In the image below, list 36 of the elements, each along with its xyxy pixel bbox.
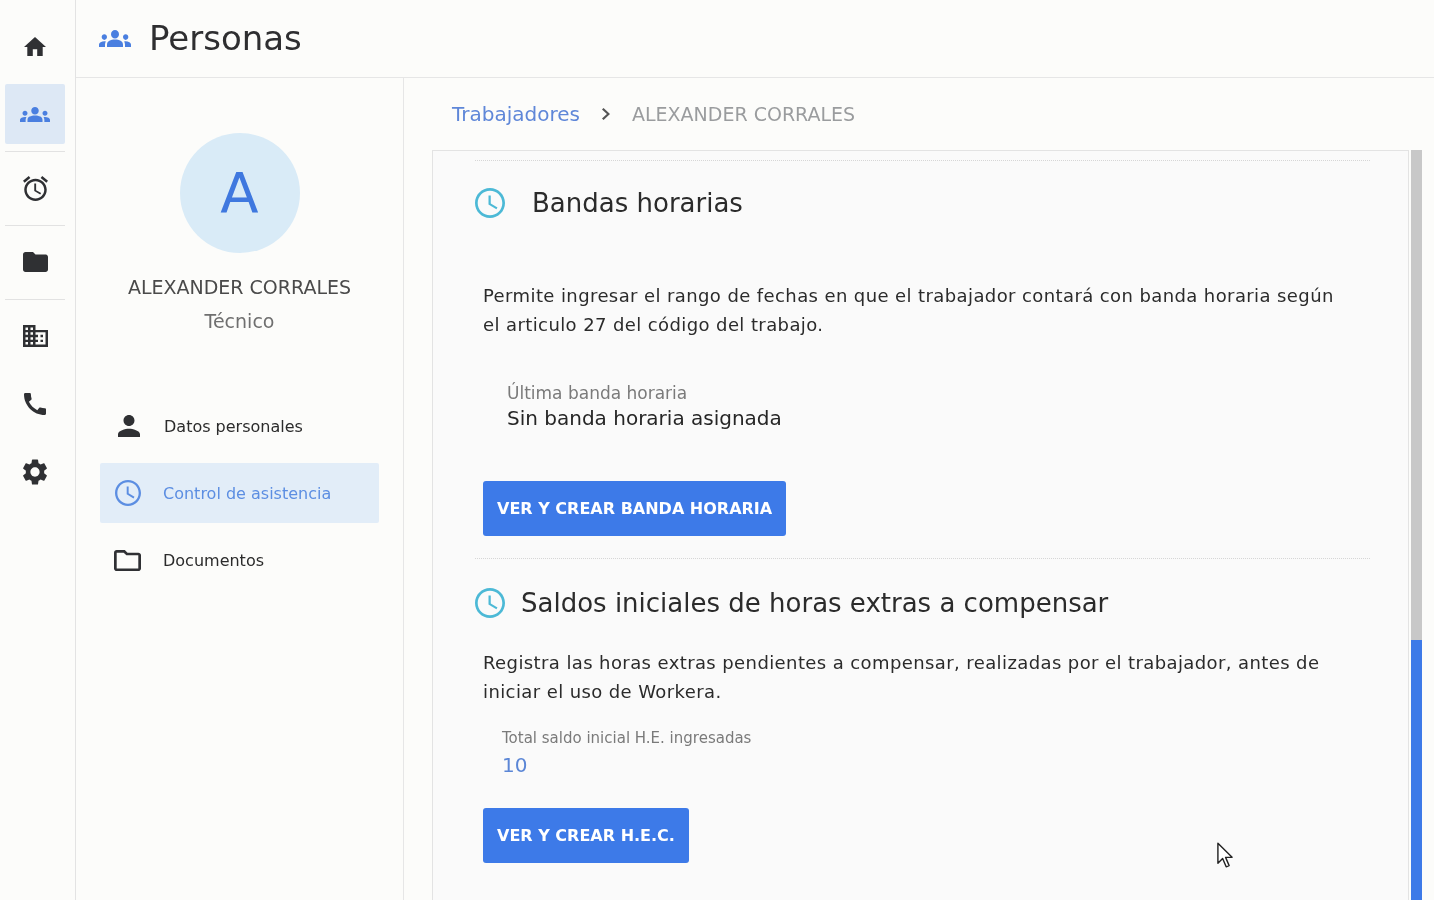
scrollbar-thumb[interactable] [1411, 640, 1422, 900]
breadcrumb-link[interactable]: Trabajadores [452, 102, 580, 126]
folder-icon [114, 549, 141, 571]
field-label: Última banda horaria [507, 382, 689, 404]
person-name: ALEXANDER CORRALES [127, 275, 352, 299]
settings-icon [23, 459, 47, 485]
section-title: Bandas horarias [532, 188, 743, 218]
menu-item[interactable]: Documentos [100, 530, 379, 590]
breadcrumb-current: ALEXANDER CORRALES [631, 103, 856, 125]
people-icon [99, 30, 131, 47]
people-icon [20, 106, 50, 122]
person-role: Técnico [204, 309, 275, 333]
clock-icon [475, 588, 505, 618]
field-value: 10 [502, 752, 529, 778]
alarm-clock-icon [22, 175, 48, 201]
home-icon [24, 36, 46, 56]
page-title: Personas [149, 18, 302, 59]
phone-icon [24, 393, 46, 415]
folder-icon [22, 252, 48, 272]
section-description: Permite ingresar el rango de fechas en que el trabajador contará con banda horaria según el articulo 27 del código del trabajo. [482, 284, 1335, 337]
clock-icon [475, 188, 505, 218]
avatar: A [179, 133, 300, 253]
section-title: Saldos iniciales de horas extras a compensar [521, 588, 1109, 618]
field-value: Sin banda horaria asignada [507, 405, 783, 432]
action-button[interactable]: VER Y CREAR H.E.C. [483, 808, 689, 863]
menu-item[interactable]: Datos personales [100, 396, 379, 456]
building-icon [22, 325, 48, 347]
menu-item[interactable]: Control de asistencia [100, 463, 379, 523]
section-description: Registra las horas extras pendientes a compensar, realizadas por el trabajador, antes de iniciar el uso de Workera. [482, 651, 1321, 704]
person-icon [118, 415, 140, 437]
chevron-right-icon [601, 108, 610, 120]
field-label: Total saldo inicial H.E. ingresadas [502, 728, 753, 748]
mouse-pointer-icon [1216, 842, 1234, 868]
clock-icon [115, 480, 141, 506]
scrollbar[interactable] [1411, 150, 1422, 900]
action-button[interactable]: VER Y CREAR BANDA HORARIA [483, 481, 787, 536]
